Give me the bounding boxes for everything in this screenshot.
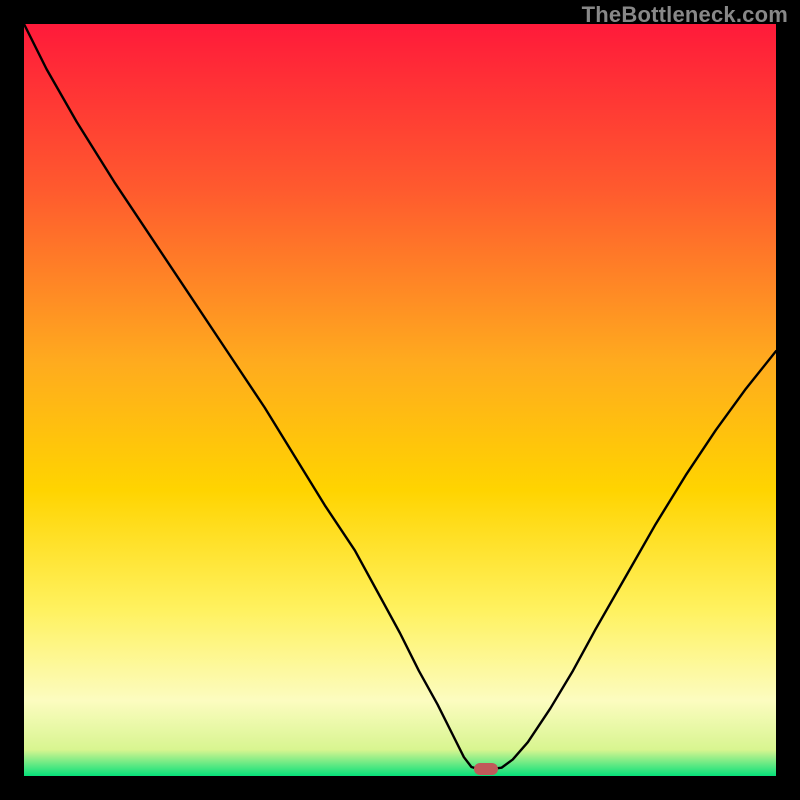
- gradient-background: [24, 24, 776, 776]
- chart-svg: [24, 24, 776, 776]
- plot-area: [24, 24, 776, 776]
- optimum-marker: [474, 763, 498, 775]
- chart-frame: TheBottleneck.com: [0, 0, 800, 800]
